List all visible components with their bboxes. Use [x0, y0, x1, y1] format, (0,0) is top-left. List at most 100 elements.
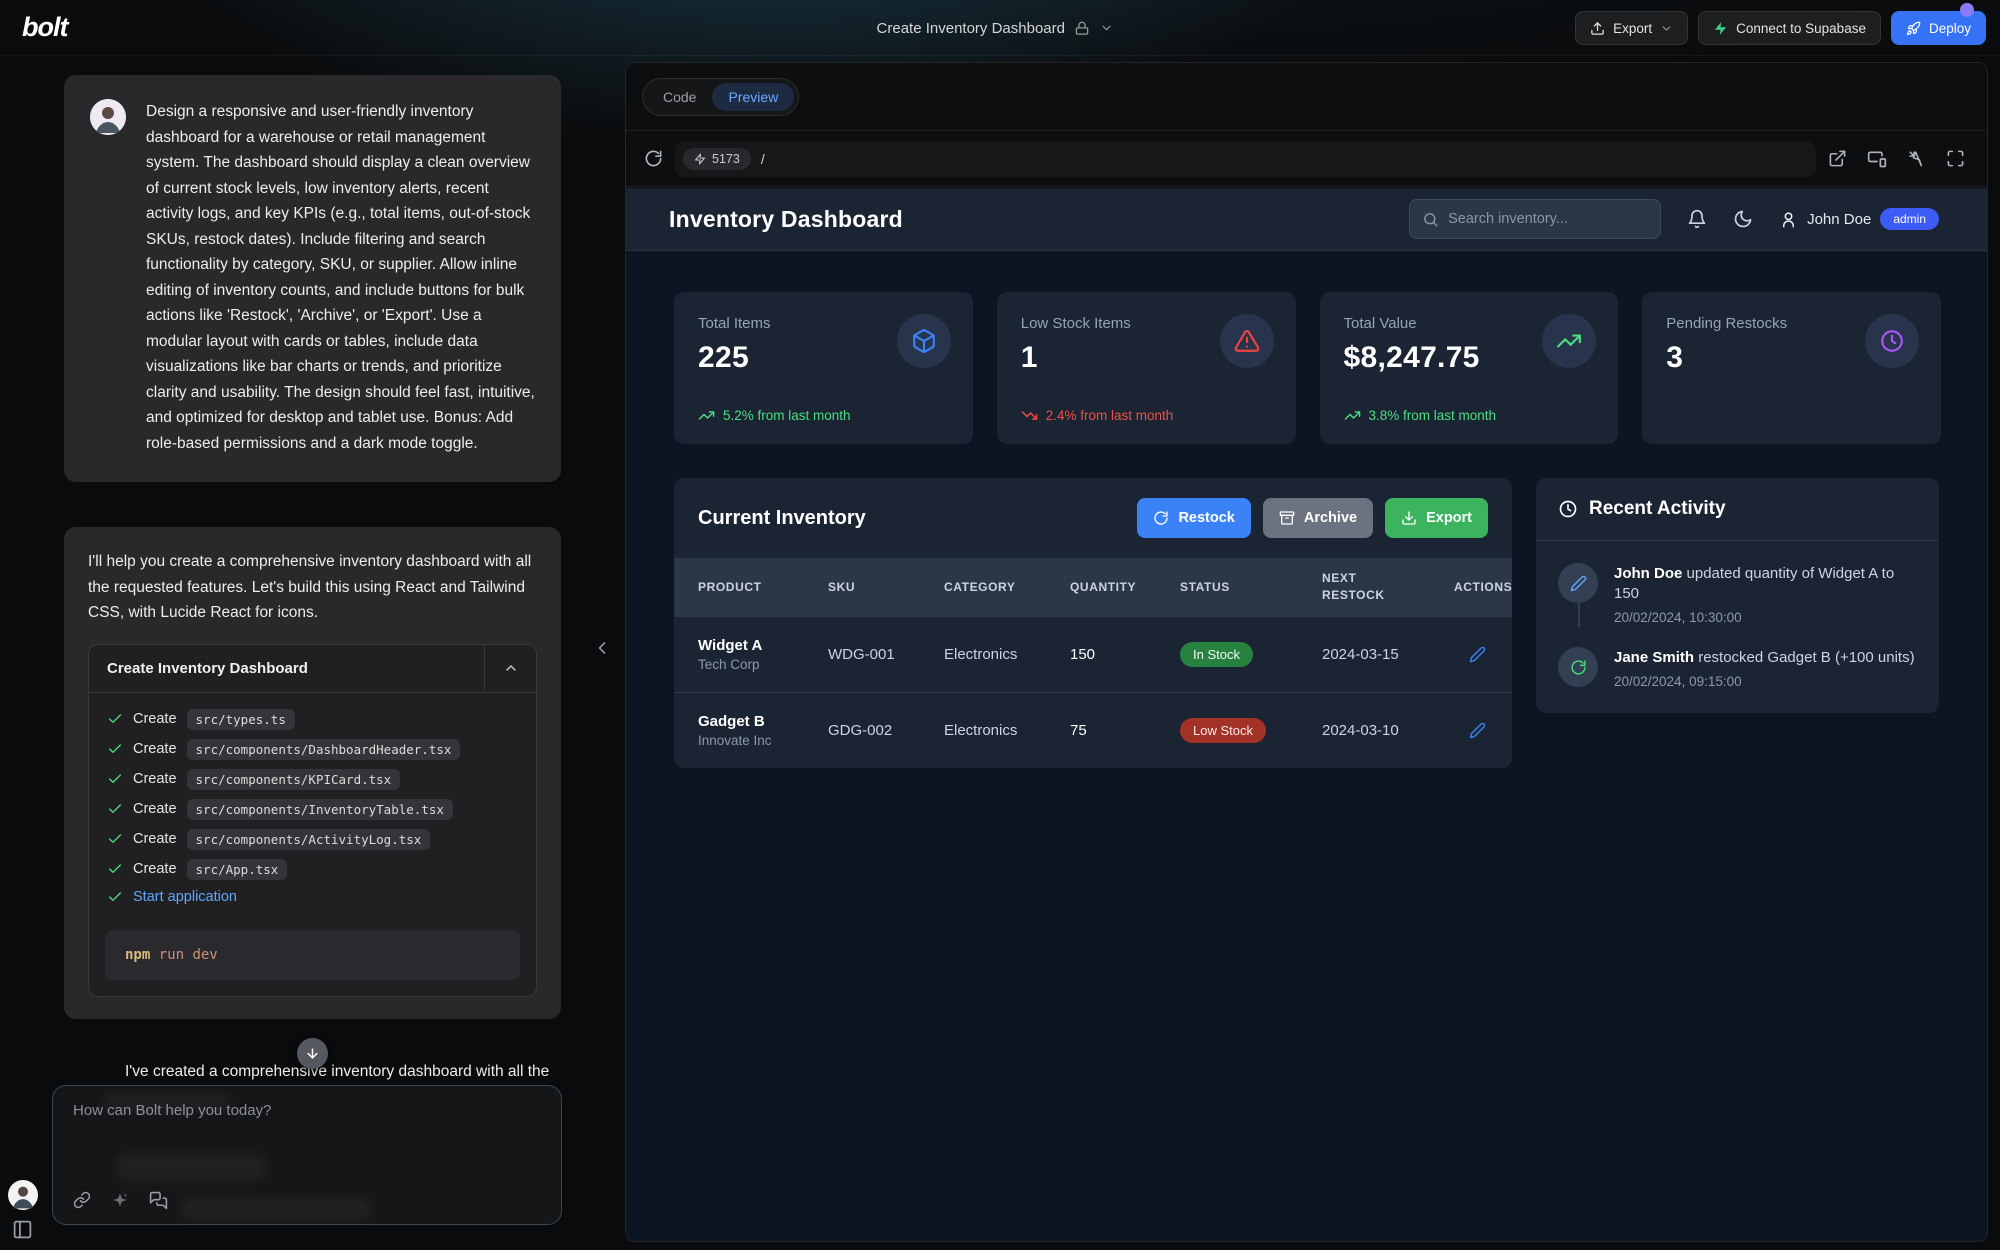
- user-menu[interactable]: John Doe admin: [1779, 208, 1939, 230]
- task-item: Create src/types.ts: [107, 709, 518, 730]
- user-avatar: [90, 99, 126, 135]
- start-application-link[interactable]: Start application: [133, 889, 237, 905]
- upload-icon: [1590, 21, 1605, 36]
- trending-up-icon: [1344, 407, 1361, 424]
- dark-mode-toggle-icon[interactable]: [1733, 209, 1753, 229]
- product-quantity[interactable]: 75: [1070, 722, 1180, 739]
- fullscreen-icon[interactable]: [1946, 149, 1965, 169]
- trending-up-icon: [698, 407, 715, 424]
- current-inventory-panel: Current Inventory Restock Archive Exp: [674, 478, 1512, 768]
- kpi-card-total-items: Total Items 225 5.2% from last month: [674, 292, 973, 444]
- kpi-delta-text: 3.8% from last month: [1369, 408, 1497, 423]
- task-file[interactable]: src/components/DashboardHeader.tsx: [187, 739, 461, 760]
- restock-button[interactable]: Restock: [1137, 498, 1250, 538]
- clock-icon: [1558, 499, 1578, 519]
- check-icon: [107, 889, 123, 905]
- task-card: Create Inventory Dashboard Create src/ty…: [88, 644, 537, 997]
- task-action: Create: [133, 861, 177, 877]
- profile-avatar[interactable]: [8, 1180, 38, 1210]
- chat-input-box[interactable]: [52, 1085, 562, 1225]
- assistant-outro-text: I've created a comprehensive inventory d…: [125, 1063, 565, 1081]
- recent-activity-panel: Recent Activity John Doe updated quantit…: [1536, 478, 1939, 713]
- scroll-to-bottom-button[interactable]: [297, 1038, 328, 1069]
- connect-supabase-button[interactable]: Connect to Supabase: [1698, 11, 1881, 45]
- export-csv-button[interactable]: Export: [1385, 498, 1488, 538]
- assistant-message-card: I'll help you create a comprehensive inv…: [64, 527, 561, 1019]
- chevron-up-icon: [503, 660, 519, 676]
- tab-code[interactable]: Code: [647, 83, 712, 111]
- export-label: Export: [1613, 21, 1652, 36]
- collapse-chat-handle[interactable]: [592, 638, 612, 658]
- product-category: Electronics: [944, 646, 1070, 663]
- activity-user: Jane Smith: [1614, 649, 1694, 666]
- open-external-icon[interactable]: [1828, 149, 1847, 169]
- kpi-card-pending-restocks: Pending Restocks 3: [1642, 292, 1941, 444]
- task-file[interactable]: src/components/KPICard.tsx: [187, 769, 401, 790]
- activity-title: Recent Activity: [1589, 498, 1726, 520]
- col-actions: Actions: [1454, 567, 1512, 608]
- task-file[interactable]: src/types.ts: [187, 709, 295, 730]
- edit-pencil-icon[interactable]: [1469, 646, 1486, 663]
- archive-button[interactable]: Archive: [1263, 498, 1373, 538]
- bell-icon[interactable]: [1687, 209, 1707, 229]
- task-card-title: Create Inventory Dashboard: [89, 645, 484, 692]
- user-name: John Doe: [1807, 211, 1871, 228]
- reload-icon[interactable]: [644, 149, 663, 168]
- task-file[interactable]: src/components/InventoryTable.tsx: [187, 799, 453, 820]
- task-item: Create src/components/ActivityLog.tsx: [107, 829, 518, 850]
- panel-left-icon[interactable]: [12, 1219, 33, 1240]
- export-button[interactable]: Export: [1575, 11, 1688, 45]
- download-icon: [1401, 510, 1417, 526]
- product-supplier: Innovate Inc: [698, 733, 820, 748]
- search-input[interactable]: [1448, 211, 1648, 227]
- restock-label: Restock: [1178, 510, 1234, 526]
- view-tabs-row: Code Preview: [626, 63, 1987, 131]
- kpi-delta-text: 5.2% from last month: [723, 408, 851, 423]
- col-next-restock: Next Restock: [1322, 558, 1412, 616]
- product-sku: WDG-001: [828, 646, 944, 663]
- task-item: Create src/App.tsx: [107, 859, 518, 880]
- task-card-collapse-button[interactable]: [484, 645, 536, 692]
- attach-link-icon[interactable]: [73, 1191, 91, 1210]
- port-number: 5173: [712, 152, 740, 166]
- product-quantity[interactable]: 150: [1070, 646, 1180, 663]
- task-file[interactable]: src/components/ActivityLog.tsx: [187, 829, 431, 850]
- preview-url-bar: 5173 /: [626, 131, 1987, 187]
- command-args: run dev: [159, 947, 218, 963]
- trending-up-icon: [1542, 314, 1596, 368]
- blurred-content: [116, 1154, 266, 1180]
- col-sku: SKU: [828, 567, 944, 608]
- search-icon: [1422, 211, 1439, 228]
- archive-label: Archive: [1304, 510, 1357, 526]
- task-file[interactable]: src/App.tsx: [187, 859, 288, 880]
- tab-preview[interactable]: Preview: [712, 83, 794, 111]
- port-pill[interactable]: 5173: [683, 148, 751, 170]
- task-action: Create: [133, 801, 177, 817]
- command-name: npm: [125, 947, 150, 963]
- refresh-icon: [1153, 510, 1169, 526]
- terminal-command: npm run dev: [105, 930, 520, 980]
- sparkles-icon[interactable]: [111, 1191, 129, 1210]
- status-badge: In Stock: [1180, 642, 1253, 667]
- col-status: Status: [1180, 567, 1322, 608]
- chat-bubbles-icon[interactable]: [149, 1191, 168, 1210]
- edit-pencil-icon[interactable]: [1469, 722, 1486, 739]
- pointer-toggle-icon[interactable]: [1907, 149, 1926, 169]
- product-name: Gadget B: [698, 713, 820, 730]
- task-action: Create: [133, 771, 177, 787]
- chat-textarea[interactable]: [73, 1102, 541, 1162]
- url-field[interactable]: 5173 /: [675, 141, 1816, 177]
- pencil-icon: [1558, 563, 1598, 603]
- deploy-button[interactable]: Deploy: [1891, 11, 1986, 45]
- check-icon: [107, 861, 123, 877]
- activity-text: restocked Gadget B (+100 units): [1698, 649, 1914, 666]
- chevron-down-icon: [1660, 22, 1673, 35]
- inventory-search[interactable]: [1409, 199, 1661, 239]
- next-restock-date: 2024-03-10: [1322, 722, 1454, 739]
- task-item: Create src/components/InventoryTable.tsx: [107, 799, 518, 820]
- project-title: Create Inventory Dashboard: [877, 20, 1065, 37]
- project-title-menu[interactable]: Create Inventory Dashboard: [877, 0, 1114, 56]
- url-path: /: [761, 151, 765, 167]
- arrow-down-icon: [305, 1046, 320, 1061]
- devices-icon[interactable]: [1867, 149, 1887, 169]
